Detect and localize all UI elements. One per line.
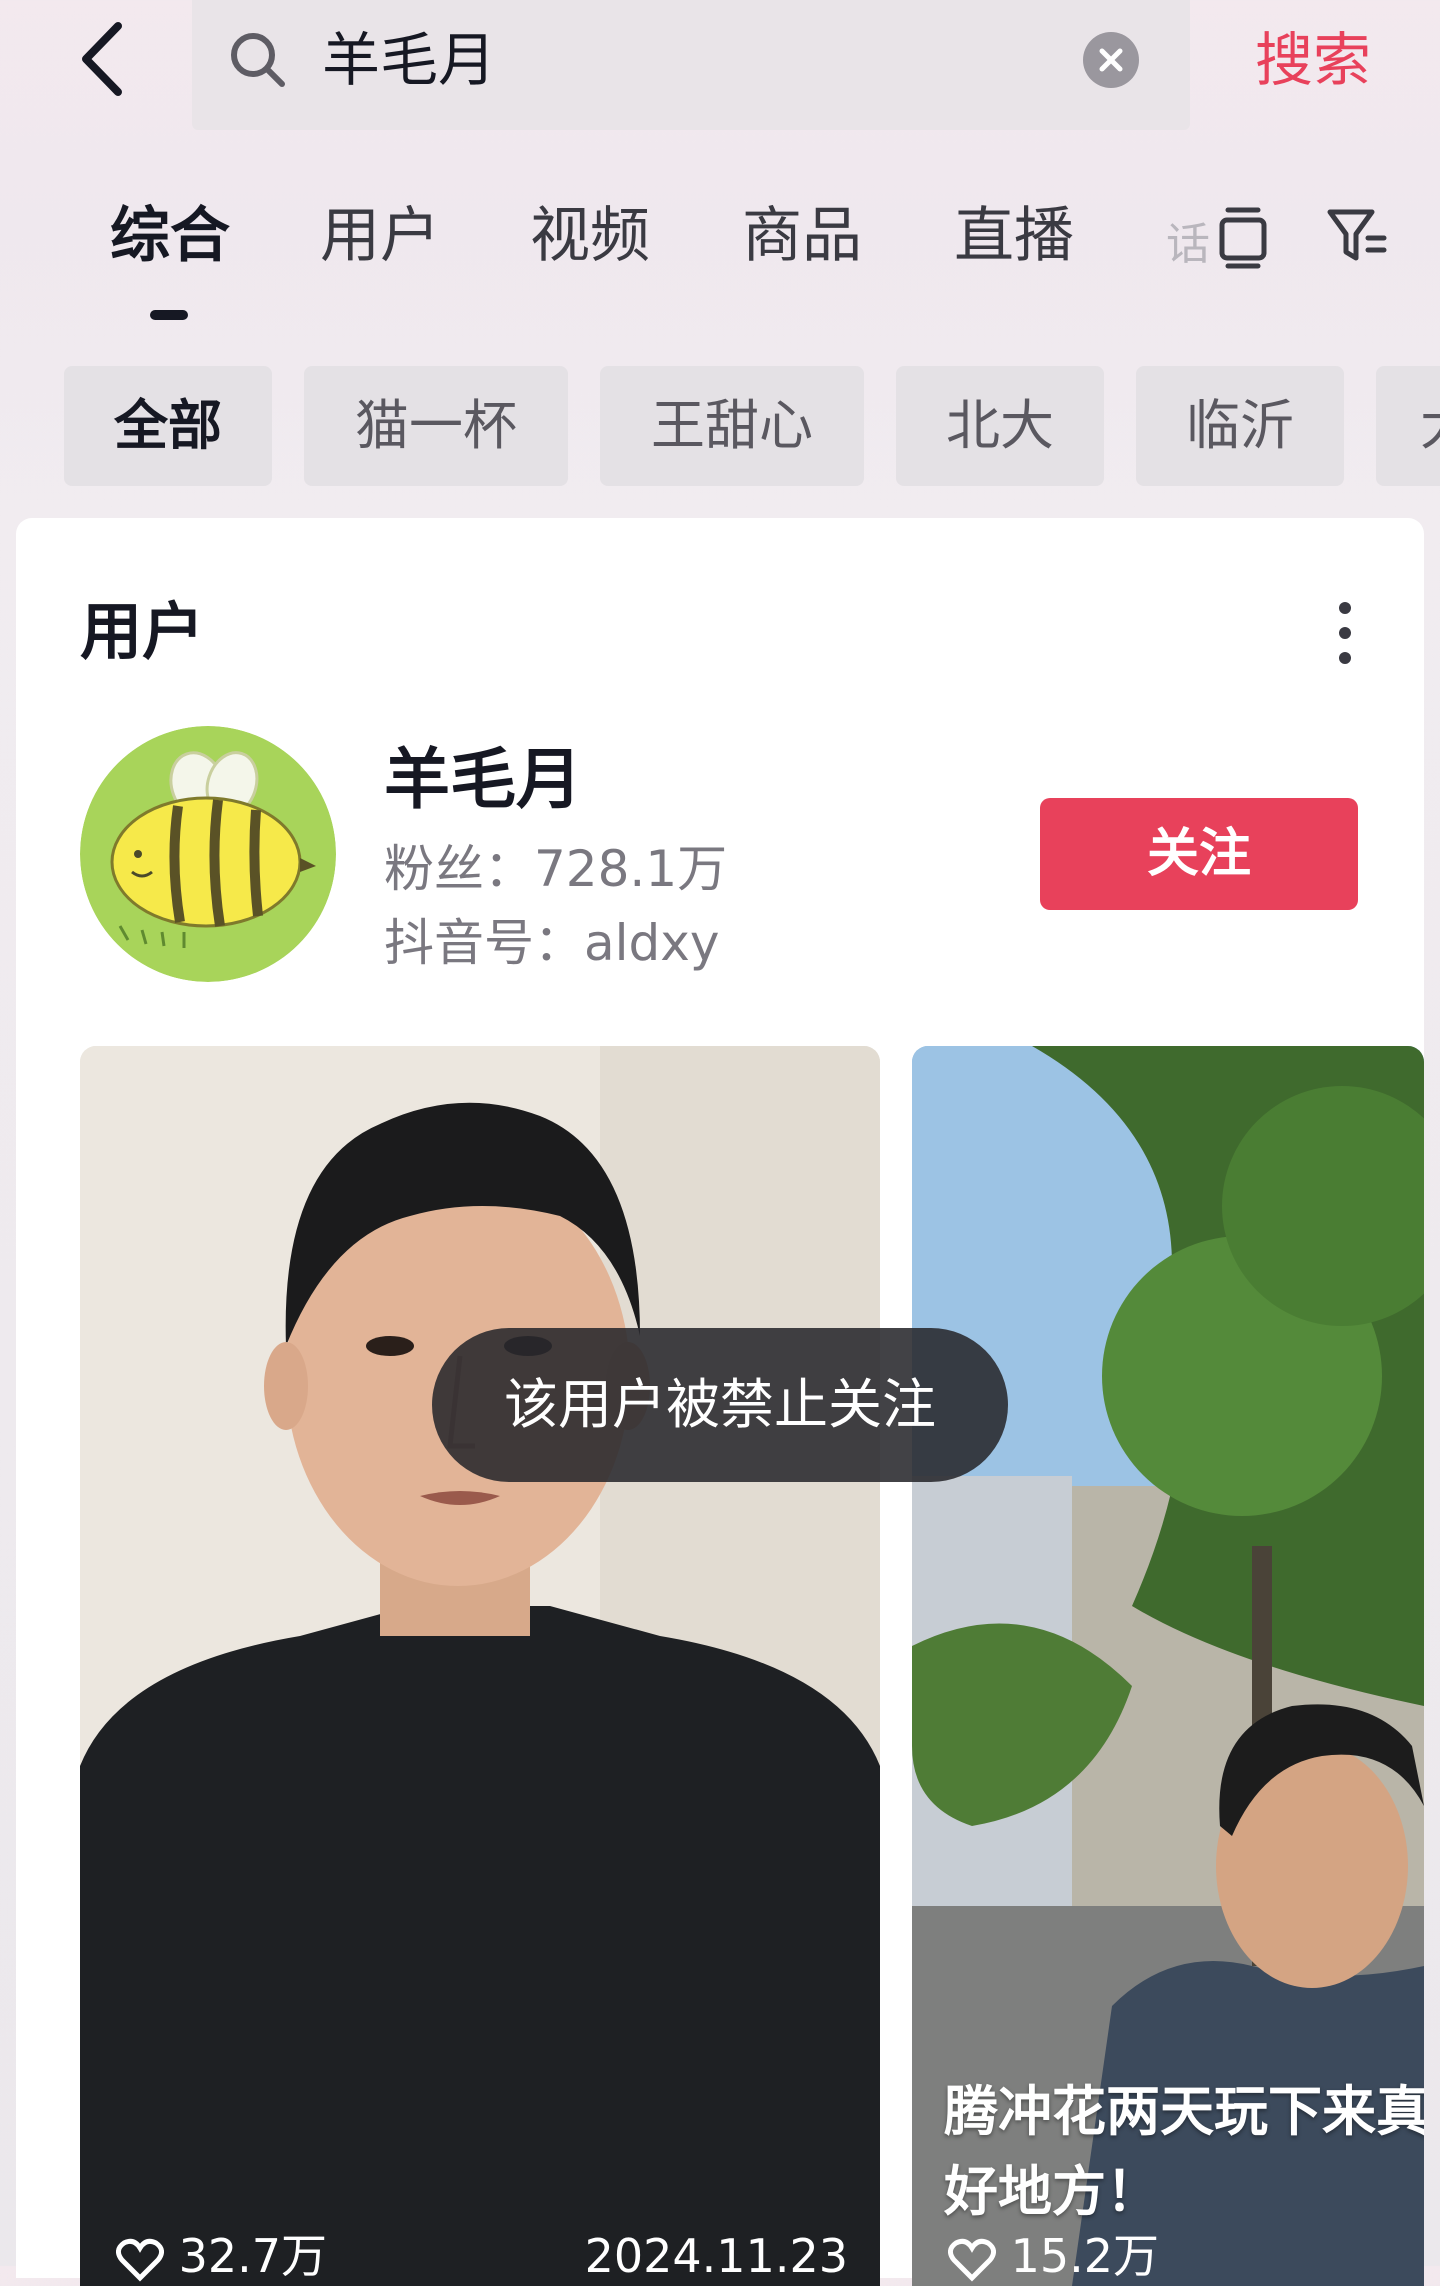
video-likes-count: 15.2万: [1010, 2229, 1160, 2283]
tab-products[interactable]: 商品: [742, 196, 862, 276]
video-card[interactable]: 腾冲花两天玩下来真 好地方！ 15.2万: [912, 1046, 1424, 2286]
search-submit-button[interactable]: 搜索: [1255, 22, 1371, 98]
tab-users[interactable]: 用户: [320, 196, 440, 276]
video-likes-count: 32.7万: [178, 2229, 328, 2283]
bee-avatar-image: [80, 726, 336, 982]
active-tab-indicator: [150, 310, 188, 320]
section-title: 用户: [80, 595, 205, 668]
search-icon: [228, 30, 288, 90]
video-likes: 32.7万: [116, 2226, 327, 2286]
chip-suggestion[interactable]: 北大: [896, 366, 1104, 486]
follower-count: 粉丝：728.1万: [384, 840, 728, 898]
filter-button[interactable]: [1322, 200, 1392, 270]
video-thumbnail: [80, 1046, 880, 2286]
chip-suggestion[interactable]: 王甜心: [600, 366, 864, 486]
video-caption-line: 好地方！: [944, 2160, 1160, 2223]
multi-column-toggle[interactable]: [1208, 200, 1278, 270]
heart-icon: [116, 2238, 164, 2282]
douyin-id: 抖音号：aldxy: [384, 914, 720, 972]
user-name[interactable]: 羊毛月: [384, 736, 582, 824]
more-icon: [1339, 602, 1351, 664]
video-likes: 15.2万: [948, 2226, 1159, 2286]
heart-icon: [948, 2238, 996, 2282]
back-icon: [82, 22, 122, 96]
multi-column-icon: [1219, 207, 1267, 269]
search-input[interactable]: 羊毛月: [322, 22, 496, 98]
toast-message: 该用户被禁止关注: [432, 1328, 1008, 1482]
chip-all[interactable]: 全部: [64, 366, 272, 486]
clear-button[interactable]: [1083, 32, 1139, 88]
avatar[interactable]: [80, 726, 336, 982]
clear-icon: [1099, 48, 1123, 72]
filter-icon: [1327, 209, 1387, 261]
follow-button[interactable]: 关注: [1040, 798, 1358, 910]
chip-suggestion[interactable]: 临沂: [1136, 366, 1344, 486]
tab-live[interactable]: 直播: [954, 196, 1074, 276]
tab-topics[interactable]: 话: [1166, 208, 1210, 272]
more-button[interactable]: [1330, 598, 1360, 668]
video-date: 2024.11.23: [584, 2229, 848, 2283]
back-button[interactable]: [70, 14, 140, 104]
chip-suggestion[interactable]: 大: [1376, 366, 1440, 486]
video-caption-line: 腾冲花两天玩下来真: [944, 2080, 1424, 2143]
chip-suggestion[interactable]: 猫一杯: [304, 366, 568, 486]
video-card[interactable]: 32.7万 2024.11.23: [80, 1046, 880, 2286]
tab-videos[interactable]: 视频: [530, 196, 650, 276]
tab-comprehensive[interactable]: 综合: [110, 196, 230, 276]
video-caption: 腾冲花两天玩下来真 好地方！: [944, 2072, 1424, 2232]
